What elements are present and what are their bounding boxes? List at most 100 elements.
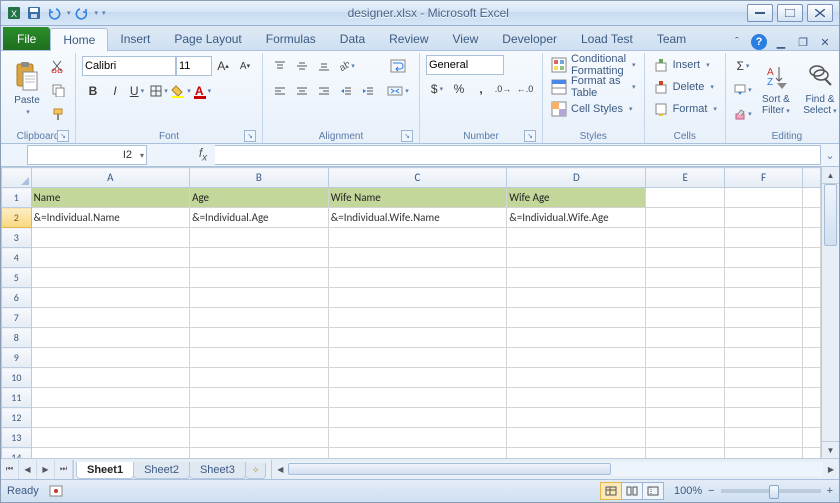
col-header[interactable]: A bbox=[31, 168, 189, 188]
row-header[interactable]: 3 bbox=[2, 228, 32, 248]
zoom-in-icon[interactable]: + bbox=[827, 485, 833, 497]
select-all-corner[interactable] bbox=[2, 168, 32, 188]
col-header[interactable]: E bbox=[646, 168, 724, 188]
col-header[interactable]: C bbox=[328, 168, 507, 188]
redo-icon[interactable] bbox=[73, 4, 91, 22]
help-icon[interactable]: ? bbox=[751, 34, 767, 50]
row-header[interactable]: 6 bbox=[2, 288, 32, 308]
formula-input[interactable] bbox=[215, 145, 821, 165]
format-as-table-button[interactable]: Format as Table▾ bbox=[549, 77, 638, 97]
tab-insert[interactable]: Insert bbox=[108, 28, 162, 50]
row-header[interactable]: 11 bbox=[2, 388, 32, 408]
scroll-down-icon[interactable]: ▼ bbox=[822, 441, 839, 458]
row-header[interactable]: 14 bbox=[2, 448, 32, 459]
format-cells-button[interactable]: Format▾ bbox=[651, 99, 719, 119]
sort-filter-button[interactable]: AZ Sort & Filter▾ bbox=[754, 55, 798, 121]
cell[interactable]: &=Individual.Age bbox=[190, 208, 329, 228]
sheet-nav-next-icon[interactable]: ▶ bbox=[37, 460, 55, 479]
align-middle-icon[interactable] bbox=[291, 55, 313, 77]
undo-icon[interactable] bbox=[45, 4, 63, 22]
row-header[interactable]: 2 bbox=[2, 208, 32, 228]
cell[interactable] bbox=[646, 208, 724, 228]
col-header[interactable] bbox=[803, 168, 821, 188]
zoom-slider[interactable] bbox=[721, 489, 821, 493]
zoom-out-icon[interactable]: − bbox=[708, 485, 714, 497]
cell[interactable] bbox=[803, 208, 821, 228]
cut-icon[interactable] bbox=[47, 55, 69, 77]
page-break-view-icon[interactable] bbox=[642, 482, 664, 500]
doc-minimize-icon[interactable]: ▁ bbox=[773, 34, 789, 50]
macro-record-icon[interactable] bbox=[49, 484, 63, 498]
align-center-icon[interactable] bbox=[291, 80, 313, 102]
cell[interactable] bbox=[803, 188, 821, 208]
zoom-level[interactable]: 100% bbox=[674, 485, 702, 497]
row-header[interactable]: 1 bbox=[2, 188, 32, 208]
bold-button[interactable]: B bbox=[82, 80, 104, 102]
format-painter-icon[interactable] bbox=[47, 103, 69, 125]
align-bottom-icon[interactable] bbox=[313, 55, 335, 77]
minimize-button[interactable] bbox=[747, 4, 773, 22]
tab-review[interactable]: Review bbox=[377, 28, 440, 50]
wrap-text-icon[interactable] bbox=[383, 55, 413, 77]
number-dialog-icon[interactable]: ↘ bbox=[524, 130, 536, 142]
number-format-select[interactable] bbox=[426, 55, 504, 75]
cell[interactable] bbox=[646, 188, 724, 208]
zoom-slider-thumb[interactable] bbox=[769, 485, 779, 499]
accounting-format-icon[interactable]: $▾ bbox=[426, 78, 448, 100]
redo-dropdown[interactable]: ▾ bbox=[95, 9, 99, 17]
cell[interactable]: &=Individual.Wife.Name bbox=[328, 208, 507, 228]
cell[interactable] bbox=[724, 208, 802, 228]
undo-dropdown[interactable]: ▾ bbox=[67, 9, 71, 17]
col-header[interactable]: F bbox=[724, 168, 802, 188]
increase-decimal-icon[interactable]: .0→ bbox=[492, 78, 514, 100]
tab-team[interactable]: Team bbox=[645, 28, 698, 50]
tab-formulas[interactable]: Formulas bbox=[254, 28, 328, 50]
maximize-button[interactable] bbox=[777, 4, 803, 22]
tab-view[interactable]: View bbox=[441, 28, 491, 50]
font-name-select[interactable] bbox=[82, 56, 176, 76]
paste-dropdown[interactable]: ▾ bbox=[26, 108, 30, 116]
cell[interactable]: &=Individual.Wife.Age bbox=[507, 208, 646, 228]
cell[interactable]: Wife Name bbox=[328, 188, 507, 208]
cell-styles-button[interactable]: Cell Styles▾ bbox=[549, 99, 638, 119]
comma-format-icon[interactable]: , bbox=[470, 78, 492, 100]
decrease-indent-icon[interactable] bbox=[335, 80, 357, 102]
tab-home[interactable]: Home bbox=[50, 28, 108, 51]
alignment-dialog-icon[interactable]: ↘ bbox=[401, 130, 413, 142]
col-header[interactable]: B bbox=[190, 168, 329, 188]
orientation-icon[interactable]: ab▾ bbox=[335, 55, 357, 77]
horizontal-scrollbar[interactable]: ◀ ▶ bbox=[271, 460, 839, 479]
row-header[interactable]: 8 bbox=[2, 328, 32, 348]
sheet-tab[interactable]: Sheet2 bbox=[133, 462, 190, 479]
row-header[interactable]: 10 bbox=[2, 368, 32, 388]
copy-icon[interactable] bbox=[47, 79, 69, 101]
clear-icon[interactable]: ▾ bbox=[732, 103, 754, 125]
conditional-formatting-button[interactable]: Conditional Formatting▾ bbox=[549, 55, 638, 75]
italic-button[interactable]: I bbox=[104, 80, 126, 102]
font-color-icon[interactable]: A▾ bbox=[192, 80, 214, 102]
cell[interactable]: Age bbox=[190, 188, 329, 208]
scroll-thumb[interactable] bbox=[824, 184, 837, 246]
col-header[interactable]: D bbox=[507, 168, 646, 188]
minimize-ribbon-icon[interactable]: ˆ bbox=[729, 34, 745, 50]
row-header[interactable]: 4 bbox=[2, 248, 32, 268]
sheet-nav-first-icon[interactable]: ⏮ bbox=[1, 460, 19, 479]
insert-cells-button[interactable]: Insert▾ bbox=[651, 55, 719, 75]
cell[interactable]: Wife Age bbox=[507, 188, 646, 208]
row-header[interactable]: 12 bbox=[2, 408, 32, 428]
page-layout-view-icon[interactable] bbox=[621, 482, 643, 500]
align-left-icon[interactable] bbox=[269, 80, 291, 102]
tab-pagelayout[interactable]: Page Layout bbox=[162, 28, 253, 50]
sheet-tab[interactable]: Sheet1 bbox=[76, 462, 134, 479]
fill-icon[interactable]: ▾ bbox=[732, 79, 754, 101]
sheet-nav-last-icon[interactable]: ⏭ bbox=[55, 460, 73, 479]
doc-restore-icon[interactable]: ❐ bbox=[795, 34, 811, 50]
new-sheet-icon[interactable]: ✧ bbox=[245, 463, 267, 479]
tab-data[interactable]: Data bbox=[328, 28, 377, 50]
align-right-icon[interactable] bbox=[313, 80, 335, 102]
font-size-select[interactable] bbox=[176, 56, 212, 76]
paste-button[interactable]: Paste ▾ bbox=[7, 55, 47, 121]
underline-button[interactable]: U▾ bbox=[126, 80, 148, 102]
row-header[interactable]: 9 bbox=[2, 348, 32, 368]
scroll-right-icon[interactable]: ▶ bbox=[823, 460, 839, 479]
